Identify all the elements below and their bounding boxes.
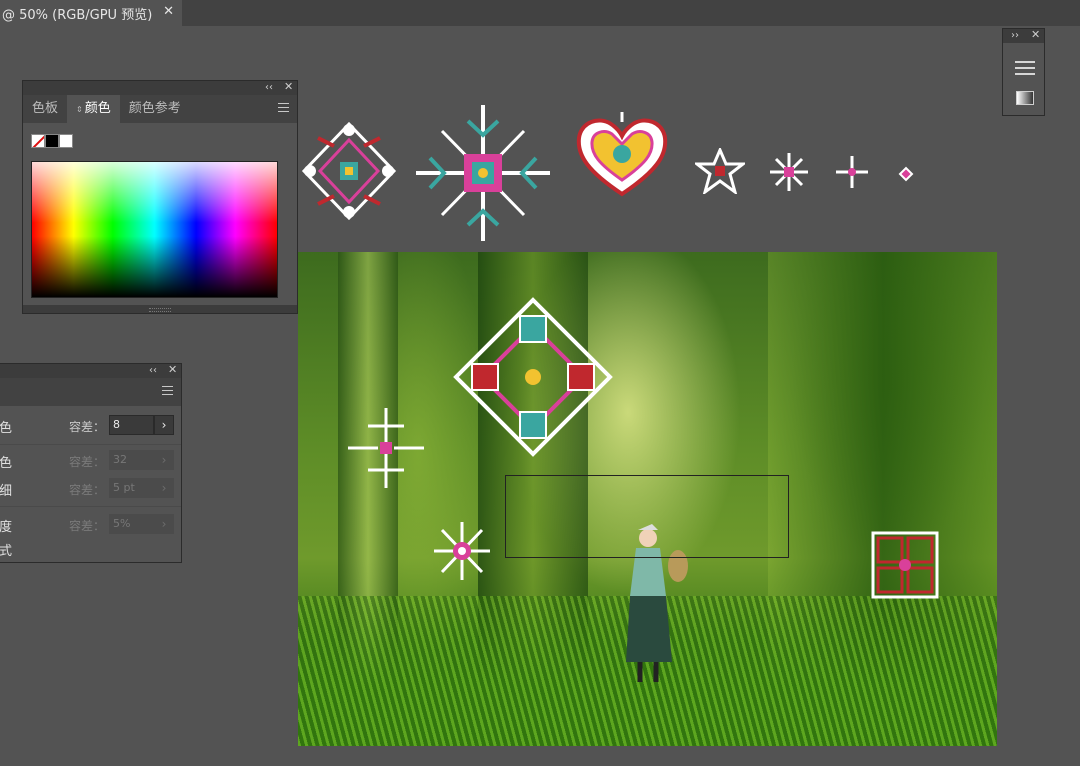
- blend-mode-row: 式: [0, 538, 183, 559]
- color-panel: ‹‹ ✕ 色板 ⇕ 颜色 颜色参考: [22, 80, 298, 314]
- none-swatch-icon[interactable]: [31, 134, 45, 148]
- tab-label: 色板: [32, 101, 59, 116]
- document-tab-bar: @ 50% (RGB/GPU 预览) ✕: [0, 0, 1080, 26]
- expand-arrows-icon: ⇕: [76, 105, 83, 114]
- stepper-icon[interactable]: ›: [154, 415, 174, 435]
- properties-icon[interactable]: [1015, 61, 1035, 75]
- close-icon[interactable]: ✕: [168, 363, 177, 377]
- selection-rectangle[interactable]: [505, 475, 789, 558]
- collapse-icon[interactable]: ‹‹: [149, 364, 157, 378]
- panel-resize-grip[interactable]: [23, 305, 297, 313]
- panel-tab-strip: [0, 378, 181, 406]
- document-tab-title: @ 50% (RGB/GPU 预览): [2, 7, 153, 23]
- motif-star[interactable]: [695, 148, 745, 194]
- magic-wand-panel: ‹‹ ✕ 色 容差： 8 › 色 容差： 32 › 细 容差： 5 pt › 度…: [0, 363, 182, 563]
- option-label: 色: [0, 456, 13, 471]
- stepper-icon[interactable]: ›: [154, 514, 174, 534]
- motif-small-cross[interactable]: [834, 154, 870, 190]
- tolerance-input[interactable]: 8: [109, 415, 154, 435]
- panel-header: ‹‹ ✕: [0, 363, 181, 378]
- close-icon[interactable]: ✕: [1031, 28, 1040, 42]
- stroke-color-row: 色 容差： 32 ›: [0, 450, 183, 471]
- divider: [0, 506, 181, 507]
- tab-label: 颜色: [84, 101, 111, 116]
- close-icon[interactable]: ✕: [163, 4, 174, 19]
- tab-color[interactable]: ⇕ 颜色: [67, 95, 120, 123]
- tolerance-input[interactable]: 5 pt: [109, 478, 154, 498]
- panel-header: ‹‹ ✕: [23, 80, 297, 95]
- motif-snowflake-large[interactable]: [412, 101, 554, 245]
- motif-on-canvas-flower[interactable]: [432, 520, 492, 582]
- tolerance-label: 容差：: [69, 420, 106, 434]
- motif-heart[interactable]: [573, 110, 671, 198]
- tolerance-input[interactable]: 5%: [109, 514, 154, 534]
- tab-label: 颜色参考: [128, 101, 181, 116]
- motif-on-canvas-square[interactable]: [870, 530, 940, 600]
- panel-menu-icon[interactable]: [278, 103, 289, 112]
- stroke-weight-row: 细 容差： 5 pt ›: [0, 478, 183, 499]
- tab-color-guide[interactable]: 颜色参考: [120, 95, 190, 123]
- divider: [0, 444, 181, 445]
- motif-on-canvas-cluster[interactable]: [344, 404, 428, 492]
- stepper-icon[interactable]: ›: [154, 478, 174, 498]
- tolerance-label: 容差：: [69, 455, 106, 469]
- white-swatch[interactable]: [59, 134, 73, 148]
- option-label: 式: [0, 544, 13, 559]
- expand-icon[interactable]: ››: [1011, 29, 1019, 43]
- collapse-icon[interactable]: ‹‹: [265, 81, 273, 95]
- fill-color-row: 色 容差： 8 ›: [0, 415, 183, 436]
- color-panel-tabs: 色板 ⇕ 颜色 颜色参考: [23, 95, 297, 123]
- option-label: 色: [0, 421, 13, 436]
- panel-menu-icon[interactable]: [162, 386, 173, 395]
- gradient-icon[interactable]: [1016, 91, 1034, 105]
- motif-tiny[interactable]: [898, 166, 914, 182]
- black-swatch[interactable]: [45, 134, 59, 148]
- tolerance-label: 容差：: [69, 519, 106, 533]
- stepper-icon[interactable]: ›: [154, 450, 174, 470]
- color-spectrum[interactable]: [31, 161, 278, 298]
- option-label: 细: [0, 484, 13, 499]
- option-label: 度: [0, 520, 13, 535]
- close-icon[interactable]: ✕: [284, 80, 293, 94]
- tolerance-label: 容差：: [69, 483, 106, 497]
- opacity-row: 度 容差： 5% ›: [0, 514, 183, 535]
- tab-swatches[interactable]: 色板: [23, 95, 67, 123]
- tolerance-input[interactable]: 32: [109, 450, 154, 470]
- motif-cross[interactable]: [768, 151, 810, 193]
- motif-flower-large[interactable]: [298, 118, 400, 224]
- quick-swatches: [31, 134, 73, 148]
- panel-header: ›› ✕: [1003, 28, 1044, 43]
- collapsed-panel-dock: ›› ✕: [1002, 28, 1045, 116]
- forest-artboard[interactable]: [298, 252, 997, 746]
- motif-on-canvas-large[interactable]: [452, 296, 614, 458]
- document-tab[interactable]: @ 50% (RGB/GPU 预览) ✕: [0, 0, 182, 26]
